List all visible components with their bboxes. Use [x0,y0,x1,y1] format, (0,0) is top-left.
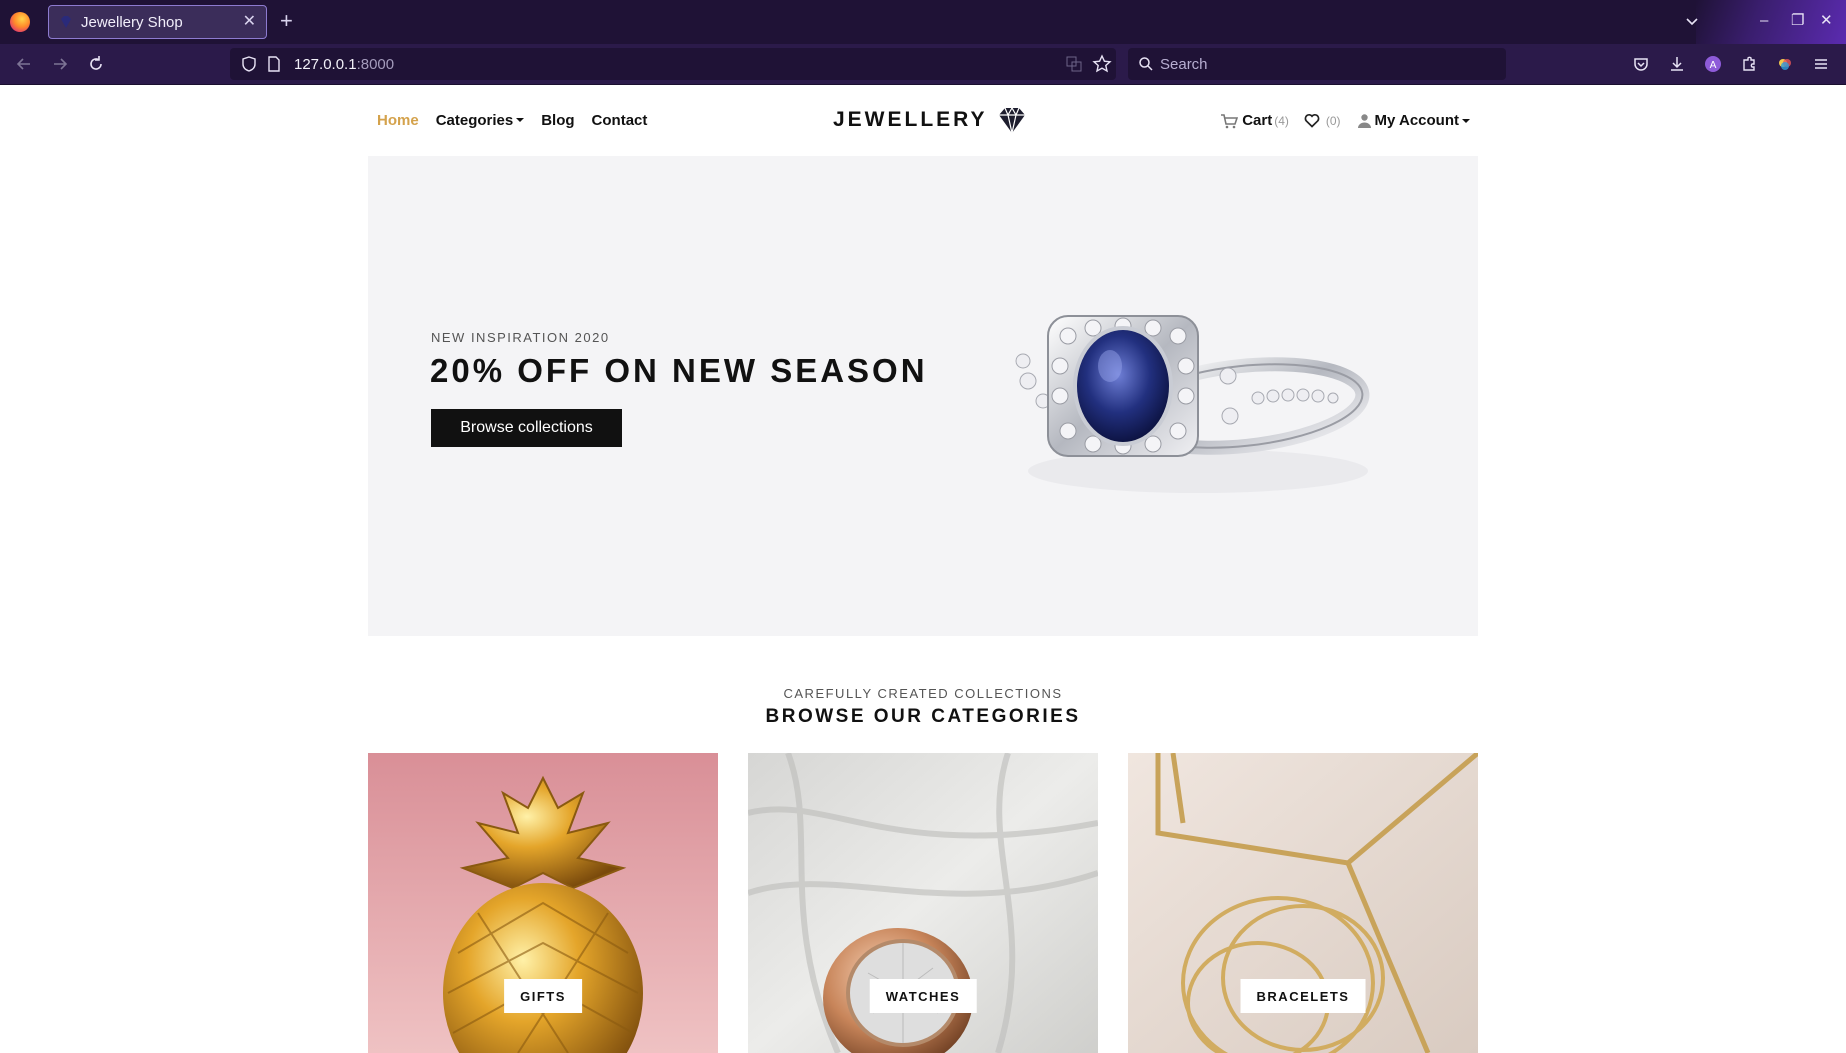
minimize-icon[interactable]: – [1760,12,1768,30]
category-label-watches: WATCHES [869,979,977,1013]
back-arrow-icon[interactable] [14,54,34,74]
pocket-icon[interactable] [1631,54,1651,74]
cart-label: Cart [1242,112,1273,129]
tab-title: Jewellery Shop [81,13,183,31]
diamond-favicon-icon [61,16,71,28]
svg-text:A: A [1710,60,1717,71]
forward-arrow-icon[interactable] [50,54,70,74]
category-label-gifts: GIFTS [504,979,582,1013]
downloads-icon[interactable] [1667,54,1687,74]
account-avatar-icon[interactable]: A [1703,54,1723,74]
sapphire-ring-image [1015,315,1370,493]
my-account-label: My Account [1374,112,1459,129]
page-icon [268,56,280,72]
brand-name: JEWELLERY [833,108,988,131]
hero-headline: 20% OFF ON NEW SEASON [430,352,928,389]
url-text: 127.0.0.1:8000 [294,56,395,73]
categories-subtitle: CAREFULLY CREATED COLLECTIONS [783,686,1063,701]
search-bar[interactable]: Search [1128,48,1506,80]
heart-icon [1304,113,1320,128]
browse-collections-button[interactable]: Browse collections [431,409,622,447]
new-tab-plus-icon[interactable]: + [280,10,293,32]
cart-icon [1221,113,1239,128]
my-account-link[interactable]: My Account [1357,112,1470,129]
translate-icon[interactable] [1066,56,1082,72]
bookmark-star-icon[interactable] [1092,54,1112,74]
shield-icon[interactable] [240,55,258,73]
wishlist-link[interactable]: (0) [1304,113,1341,128]
brand-logo[interactable]: JEWELLERY [833,104,1028,136]
category-card-bracelets[interactable]: BRACELETS [1128,753,1478,1053]
categories-title: BROWSE OUR CATEGORIES [765,706,1081,727]
list-all-tabs-chevron-icon[interactable] [1683,12,1701,30]
user-icon [1357,114,1371,128]
cart-link[interactable]: Cart (4) [1220,112,1289,129]
extensions-puzzle-icon[interactable] [1739,54,1759,74]
category-card-gifts[interactable]: GIFTS [368,753,718,1053]
browser-tab-active[interactable]: Jewellery Shop ✕ [48,5,267,39]
nav-categories[interactable]: Categories [436,112,525,129]
tab-close-icon[interactable]: ✕ [243,14,256,30]
main-menu: Home Categories Blog Contact [377,112,647,129]
search-icon [1139,57,1153,71]
cart-count: (4) [1274,113,1289,128]
caret-down-icon [1462,118,1470,123]
diamond-logo-icon [998,106,1025,134]
firefox-icon[interactable] [10,12,30,32]
site-header: Home Categories Blog Contact JEWELLERY C… [368,100,1478,140]
hamburger-menu-icon[interactable] [1811,54,1831,74]
nav-home[interactable]: Home [377,112,419,129]
category-label-bracelets: BRACELETS [1240,979,1366,1013]
hero-eyebrow: NEW INSPIRATION 2020 [431,330,610,345]
nav-contact[interactable]: Contact [592,112,648,129]
address-bar[interactable]: 127.0.0.1:8000 [230,48,1116,80]
nav-blog[interactable]: Blog [541,112,574,129]
window-close-icon[interactable]: ✕ [1820,12,1833,30]
search-placeholder: Search [1160,56,1208,73]
extension-color-icon[interactable] [1775,54,1795,74]
restore-icon[interactable]: ❐ [1791,12,1804,30]
wishlist-count: (0) [1325,113,1341,128]
browser-nav-bar: 127.0.0.1:8000 Search A [0,44,1846,85]
hero-banner: NEW INSPIRATION 2020 20% OFF ON NEW SEAS… [368,156,1478,636]
caret-down-icon [516,118,525,122]
reload-icon[interactable] [86,54,106,74]
browser-tab-strip: Jewellery Shop ✕ + – ❐ ✕ [0,0,1846,44]
category-card-watches[interactable]: WATCHES [748,753,1098,1053]
header-tools: Cart (4) (0) My Account [1220,112,1470,129]
